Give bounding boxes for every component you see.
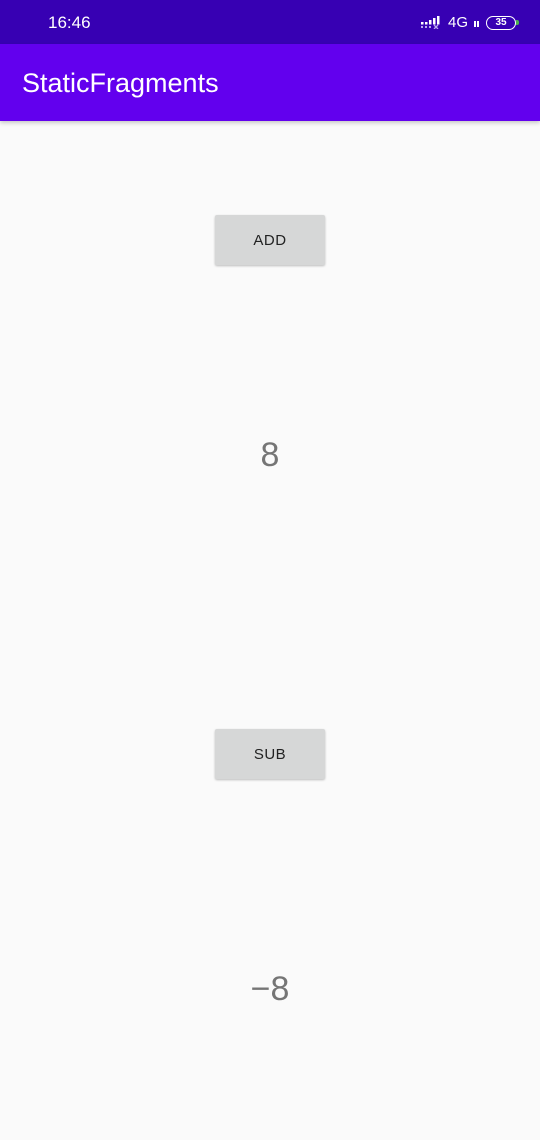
signal-icon — [420, 13, 442, 34]
sub-button[interactable]: SUB — [215, 729, 325, 779]
app-bar: StaticFragments — [0, 44, 540, 121]
status-time: 16:46 — [48, 13, 91, 32]
network-type: 4G — [447, 14, 468, 31]
sub-result-value: −8 — [250, 970, 290, 1008]
battery-icon: 35 — [486, 16, 519, 30]
data-activity-icon — [474, 14, 480, 33]
status-icons: 4G 35 — [420, 12, 519, 34]
add-result-value: 8 — [260, 436, 280, 474]
status-bar: 16:46 4G 35 — [0, 0, 540, 44]
battery-level: 35 — [495, 17, 507, 28]
battery-tip — [516, 20, 519, 25]
app-title: StaticFragments — [22, 68, 219, 98]
add-button[interactable]: ADD — [215, 215, 325, 265]
